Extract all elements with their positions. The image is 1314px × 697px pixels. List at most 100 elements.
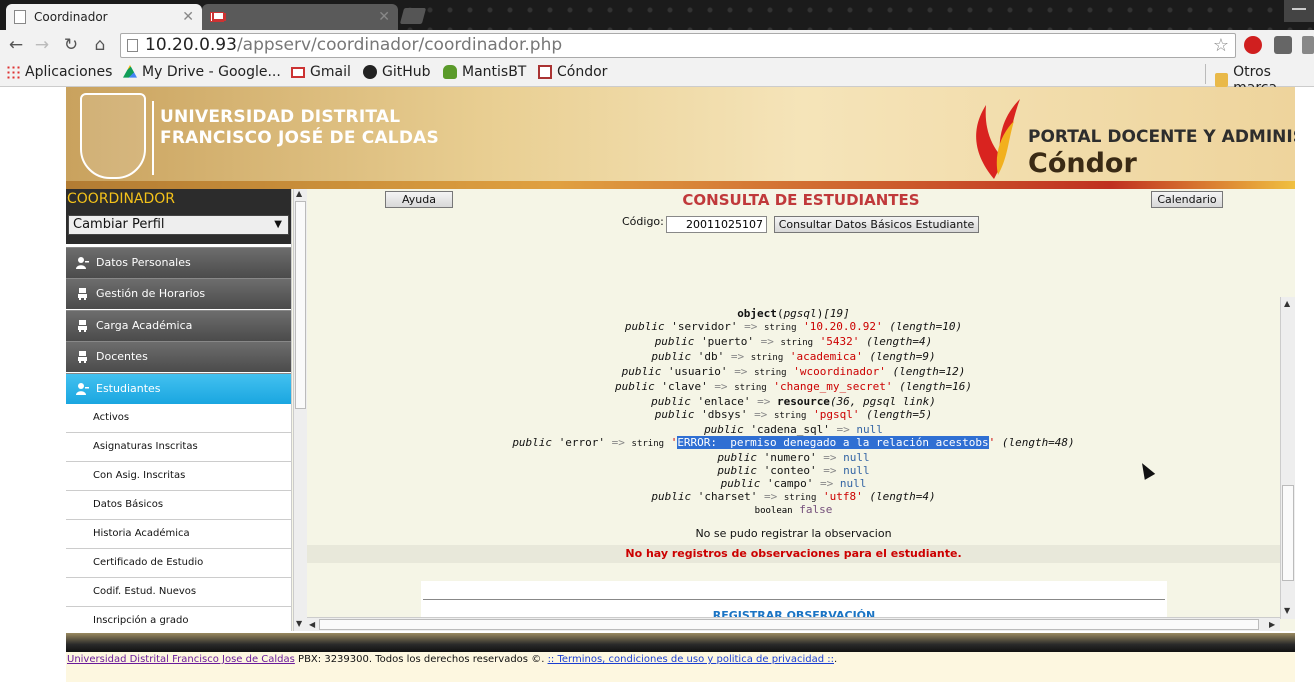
scrollbar-thumb[interactable] [295,201,306,409]
address-bar[interactable]: 10.20.0.93/appserv/coordinador/coordinad… [120,33,1236,58]
debug-output: object(pgsql)[19] public 'servidor' => s… [307,297,1280,617]
dump-type: string [764,323,797,333]
sidebar-subitem-activos[interactable]: Activos [66,404,291,433]
dump-arrow: => [819,477,834,490]
scroll-down-icon[interactable]: ▼ [296,619,302,628]
profile-select[interactable]: Cambiar Perfil ▼ [68,215,289,235]
scroll-up-icon[interactable]: ▲ [1284,299,1290,308]
bookmarks-bar: Aplicaciones My Drive - Google... Gmail … [0,60,1314,96]
dump-error-value: ERROR: permiso denegado a la relación ac… [677,436,989,449]
dump-visibility: public [651,395,691,408]
new-tab-button[interactable] [399,8,427,24]
dump-length: (length=9) [869,350,936,363]
extension-icon[interactable] [1274,36,1292,54]
bookmark-star-icon[interactable]: ☆ [1213,34,1229,57]
dump-quote: ' [988,436,996,449]
bookmark-condor[interactable]: Cóndor [538,64,607,80]
sidebar-item-label: Docentes [96,350,148,363]
minimize-button[interactable] [1284,0,1314,22]
main-content: Ayuda CONSULTA DE ESTUDIANTES Calendario… [307,189,1295,631]
scroll-left-icon[interactable]: ◀ [309,620,315,629]
observation-error-text: No se pudo registrar la observacion [695,527,892,540]
register-observation-link[interactable]: REGISTRAR OBSERVACIÓN [421,609,1167,617]
menu-icon[interactable] [1302,36,1314,54]
web-page: UNIVERSIDAD DISTRITAL FRANCISCO JOSÉ DE … [0,87,1314,697]
calendar-button[interactable]: Calendario [1151,191,1223,208]
dump-type: string [780,338,814,348]
content-horizontal-scrollbar[interactable]: ◀ ▶ [307,617,1280,631]
adblock-icon[interactable] [1244,36,1262,54]
dump-arrow: => [754,408,768,421]
dump-line: public 'puerto' => string '5432' (length… [655,335,933,348]
dump-line: public 'db' => string 'academica' (lengt… [651,350,935,363]
reload-button[interactable]: ↻ [61,35,81,55]
tab-title: Coordinador [34,10,108,24]
dump-property-name: 'enlace' [697,395,751,408]
university-link[interactable]: Universidad Distrital Francisco Jose de … [67,654,295,665]
dump-length: (length=10) [889,320,963,333]
sidebar: COORDINADOR Cambiar Perfil ▼ Datos Perso… [66,189,292,631]
sidebar-subitem-codif-nuevos[interactable]: Codif. Estud. Nuevos [66,578,291,607]
sidebar-item-label: Datos Personales [96,256,191,269]
divider [152,101,154,175]
sidebar-item-estudiantes[interactable]: Estudiantes [66,373,291,404]
dump-value: 'utf8' [823,490,863,503]
forward-button[interactable]: → [32,35,52,55]
bookmark-aplicaciones[interactable]: Aplicaciones [6,64,112,80]
sidebar-subitem-con-asig-inscritas[interactable]: Con Asig. Inscritas [66,462,291,491]
page-icon [127,39,138,52]
consult-button[interactable]: Consultar Datos Básicos Estudiante [774,216,979,233]
dump-property-name: 'servidor' [671,320,738,333]
dump-value: (36, pgsql link) [829,395,936,408]
tab-gmail[interactable]: ✕ [202,4,398,30]
scroll-right-icon[interactable]: ▶ [1269,620,1275,629]
dump-type: string [783,493,817,503]
bookmark-github[interactable]: GitHub [363,64,431,80]
sidebar-item-gestion-horarios[interactable]: Gestión de Horarios [66,278,291,309]
role-title: COORDINADOR [67,191,176,207]
tab-coordinador[interactable]: Coordinador ✕ [6,4,202,30]
sidebar-subitem-certificado[interactable]: Certificado de Estudio [66,549,291,578]
footer: Universidad Distrital Francisco Jose de … [66,652,1295,682]
content-vertical-scrollbar[interactable]: ▲ ▼ [1280,297,1295,619]
profile-select-value: Cambiar Perfil [73,217,165,232]
no-records-message: No hay registros de observaciones para e… [307,545,1280,563]
scroll-down-icon[interactable]: ▼ [1284,606,1290,615]
condor-logo-icon [976,99,1020,179]
bookmark-mantisbt[interactable]: MantisBT [443,64,526,80]
footer-end: . [834,654,838,665]
sidebar-item-datos-personales[interactable]: Datos Personales [66,247,291,278]
dump-visibility: public [614,380,655,393]
dump-line: public 'servidor' => string '10.20.0.92'… [625,320,962,333]
sidebar-item-docentes[interactable]: Docentes [66,341,291,372]
back-button[interactable]: ← [6,35,26,55]
bookmark-gmail[interactable]: Gmail [291,64,351,80]
sidebar-subitem-historia-academica[interactable]: Historia Académica [66,520,291,549]
university-name: UNIVERSIDAD DISTRITAL FRANCISCO JOSÉ DE … [160,107,439,149]
scrollbar-thumb[interactable] [1282,485,1294,581]
sidebar-item-carga-academica[interactable]: Carga Académica [66,310,291,341]
scrollbar-thumb[interactable] [319,619,1259,630]
dump-line: public 'charset' => string 'utf8' (lengt… [651,490,935,503]
close-icon[interactable]: ✕ [378,9,390,25]
sidebar-scrollbar[interactable]: ▲ ▼ [293,189,307,631]
close-icon[interactable]: ✕ [182,9,194,25]
user-icon [76,383,89,395]
bookmark-drive[interactable]: My Drive - Google... [123,64,281,80]
dump-visibility: public [651,490,692,503]
terms-link[interactable]: :: Terminos, condiciones de uso y politi… [548,654,834,665]
scroll-up-icon[interactable]: ▲ [296,189,302,198]
dump-length: (length=48) [1001,436,1075,449]
sidebar-subitem-asignaturas-inscritas[interactable]: Asignaturas Inscritas [66,433,291,462]
robot-icon [78,351,87,363]
sidebar-item-label: Carga Académica [96,319,193,332]
dropdown-arrow-icon: ▼ [274,219,282,230]
bookmark-label: Cóndor [557,64,608,80]
dump-length: (length=16) [899,380,973,393]
home-button[interactable]: ⌂ [90,35,110,55]
dump-length: (length=4) [869,490,936,503]
sidebar-subitem-inscripcion-grado[interactable]: Inscripción a grado [66,607,291,631]
drive-icon [123,65,137,78]
student-code-input[interactable]: 20011025107 [666,216,767,233]
sidebar-subitem-datos-basicos[interactable]: Datos Básicos [66,491,291,520]
